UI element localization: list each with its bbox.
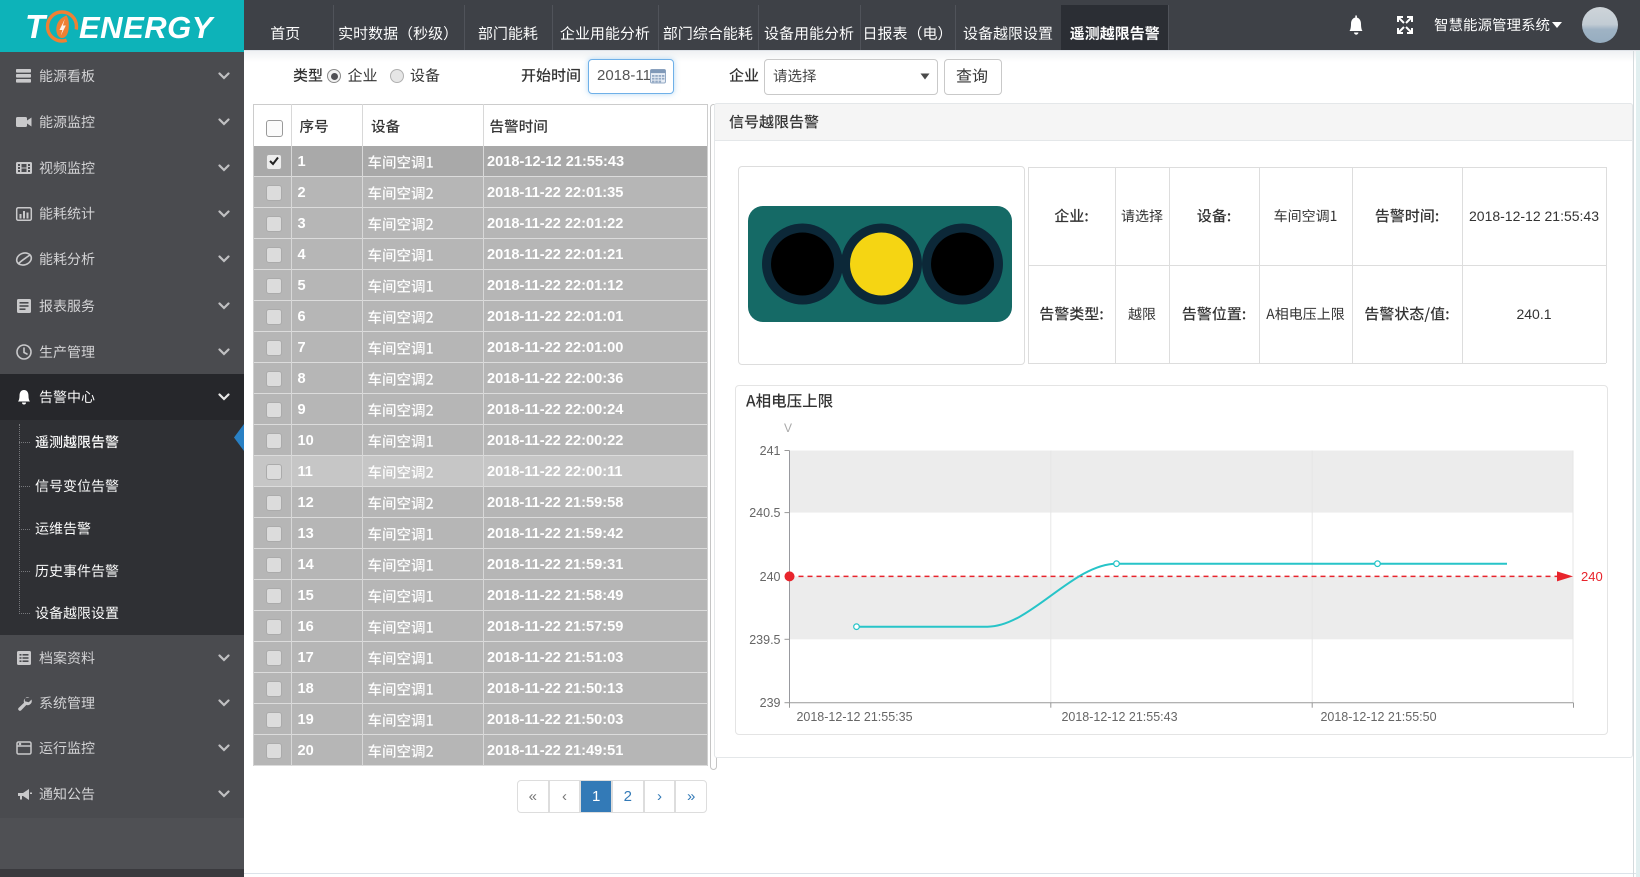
svg-text:2018-12-12 21:55:35: 2018-12-12 21:55:35 <box>796 710 912 724</box>
svg-text:241: 241 <box>760 444 781 458</box>
svg-text:240.5: 240.5 <box>749 506 780 520</box>
svg-text:T: T <box>25 8 48 45</box>
svg-text:240: 240 <box>760 570 781 584</box>
svg-text:ENERGY: ENERGY <box>79 10 216 45</box>
svg-text:2018-12-12 21:55:43: 2018-12-12 21:55:43 <box>1061 710 1177 724</box>
svg-text:239.5: 239.5 <box>749 633 780 647</box>
svg-text:V: V <box>784 421 792 435</box>
svg-text:2018-12-12 21:55:50: 2018-12-12 21:55:50 <box>1320 710 1436 724</box>
svg-text:239: 239 <box>760 696 781 710</box>
svg-text:240: 240 <box>1581 569 1603 584</box>
